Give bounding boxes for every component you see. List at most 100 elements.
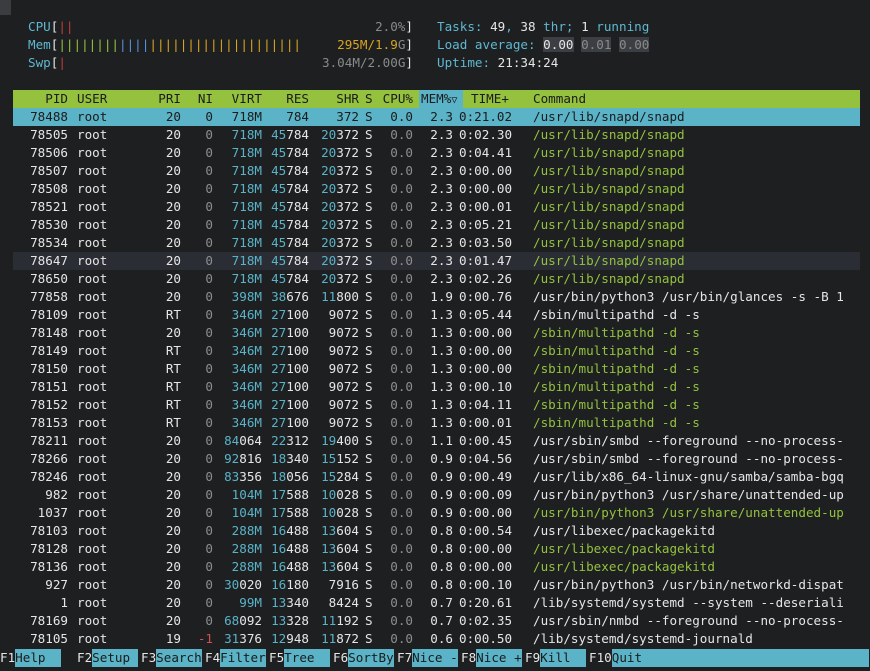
process-row[interactable]: 78521 root 20 0 718M 45784 20372 S 0.0 2.3 0:00.01… xyxy=(13,198,860,216)
cell-mem: 2.3 xyxy=(430,271,453,286)
fkey-f5[interactable]: F5Tree xyxy=(269,649,330,667)
fkey-f1[interactable]: F1Help xyxy=(0,649,61,667)
fkey-f10[interactable]: F10Quit xyxy=(589,649,869,667)
cell-user: root xyxy=(77,181,108,196)
cell-virt: 346M xyxy=(231,361,262,376)
cell-ni: 0 xyxy=(205,307,213,322)
process-row[interactable]: 78506 root 20 0 718M 45784 20372 S 0.0 2.3 0:04.41… xyxy=(13,144,860,162)
fkey-f6[interactable]: F6SortBy xyxy=(333,649,394,667)
cell-shr: 7916 xyxy=(328,577,359,592)
process-row[interactable]: 78650 root 20 0 718M 45784 20372 S 0.0 2.3 0:02.26… xyxy=(13,270,860,288)
col-ni[interactable]: NI xyxy=(187,90,213,108)
process-row[interactable]: 78647 root 20 0 718M 45784 20372 S 0.0 2.3 0:01.47… xyxy=(13,252,860,270)
process-row[interactable]: 78211 root 20 0 84064 22312 19400 S 0.0 1.1 0:00.4… xyxy=(13,432,860,450)
process-row[interactable]: 77858 root 20 0 398M 38676 11800 S 0.0 1.9 0:00.76… xyxy=(13,288,860,306)
cell-shr: 9072 xyxy=(328,415,359,430)
fkey-f4[interactable]: F4Filter xyxy=(205,649,266,667)
cell-s: S xyxy=(365,253,373,268)
col-mem-sorted[interactable]: MEM%▽ xyxy=(419,90,463,108)
process-row[interactable]: 78151 root RT 0 346M 27100 9072 S 0.0 1.3 0:00.10 /… xyxy=(13,378,860,396)
cell-cpu: 0.0 xyxy=(390,595,413,610)
process-row[interactable]: 78534 root 20 0 718M 45784 20372 S 0.0 2.3 0:03.50… xyxy=(13,234,860,252)
process-row[interactable]: 78150 root RT 0 346M 27100 9072 S 0.0 1.3 0:00.00 /… xyxy=(13,360,860,378)
process-row[interactable]: 78149 root RT 0 346M 27100 9072 S 0.0 1.3 0:00.00 /… xyxy=(13,342,860,360)
cell-user: root xyxy=(77,307,108,322)
cell-ni: 0 xyxy=(205,235,213,250)
process-row[interactable]: 78505 root 20 0 718M 45784 20372 S 0.0 2.3 0:02.30… xyxy=(13,126,860,144)
cell-cpu: 0.0 xyxy=(390,289,413,304)
cell-res: 13328 xyxy=(271,613,309,628)
cell-command: /sbin/multipathd -d -s xyxy=(533,307,700,322)
cell-command: /usr/lib/snapd/snapd xyxy=(533,271,685,286)
cpu-bar: || xyxy=(58,19,74,34)
cell-s: S xyxy=(365,343,373,358)
cell-res: 45784 xyxy=(271,253,309,268)
process-row[interactable]: 927 root 20 0 30020 16180 7916 S 0.0 0.8 0:00.10/u… xyxy=(13,576,860,594)
col-virt[interactable]: VIRT xyxy=(213,90,262,108)
col-command[interactable]: Command xyxy=(533,90,860,108)
fkey-f3[interactable]: F3Search xyxy=(141,649,202,667)
cell-pri: RT xyxy=(165,379,181,394)
fkey-code: F2 xyxy=(77,650,93,665)
cell-ni: 0 xyxy=(205,433,213,448)
cell-command: /sbin/multipathd -d -s xyxy=(533,343,700,358)
cell-res: 18056 xyxy=(271,469,309,484)
mem-value: 295M/1.9G] xyxy=(337,37,413,52)
process-row[interactable]: 78152 root RT 0 346M 27100 9072 S 0.0 1.3 0:04.11 /… xyxy=(13,396,860,414)
fkey-f8[interactable]: F8Nice + xyxy=(461,649,522,667)
cell-user: root xyxy=(77,289,108,304)
cell-time: 0:00.50 xyxy=(459,631,513,646)
cell-cpu: 0.0 xyxy=(390,235,413,250)
process-row[interactable]: 78103 root 20 0 288M 16488 13604 S 0.0 0.8 0:00.54… xyxy=(13,522,860,540)
fkey-f9[interactable]: F9Kill xyxy=(525,649,586,667)
col-pri[interactable]: PRI xyxy=(147,90,181,108)
cell-s: S xyxy=(365,307,373,322)
fkey-code: F4 xyxy=(205,650,221,665)
cell-pid: 78148 xyxy=(30,325,68,340)
process-row[interactable]: 1037 root 20 0 104M 17588 10028 S 0.0 0.9 0:00.00 /… xyxy=(13,504,860,522)
process-row[interactable]: 78266 root 20 0 92816 18340 15152 S 0.0 0.9 0:04.5… xyxy=(13,450,860,468)
process-row[interactable]: 78169 root 20 0 68092 13328 11192 S 0.0 0.7 0:02.3… xyxy=(13,612,860,630)
process-row[interactable]: 982 root 20 0 104M 17588 10028 S 0.0 0.9 0:00.09/u… xyxy=(13,486,860,504)
col-state[interactable]: S xyxy=(365,90,375,108)
process-row[interactable]: 78530 root 20 0 718M 45784 20372 S 0.0 2.3 0:05.21… xyxy=(13,216,860,234)
process-row[interactable]: 78109 root RT 0 346M 27100 9072 S 0.0 1.3 0:05.44 /… xyxy=(13,306,860,324)
process-row[interactable]: 78148 root 20 0 346M 27100 9072 S 0.0 1.3 0:00.00 /… xyxy=(13,324,860,342)
cell-pid: 78169 xyxy=(30,613,68,628)
cell-pid: 78109 xyxy=(30,307,68,322)
process-row[interactable]: 78153 root RT 0 346M 27100 9072 S 0.0 1.3 0:00.01 /… xyxy=(13,414,860,432)
process-row[interactable]: 78128 root 20 0 288M 16488 13604 S 0.0 0.8 0:00.00… xyxy=(13,540,860,558)
cell-mem: 0.9 xyxy=(430,487,453,502)
process-row[interactable]: 78488 root 20 0 718M 45784 20372 S 0.0 2.3 0:21.02… xyxy=(13,108,860,126)
fkey-code: F3 xyxy=(141,650,157,665)
process-row[interactable]: 1 root 20 0 99M 13340 8424 S 0.0 0.7 0:20.61/lib/s… xyxy=(13,594,860,612)
fkey-f7[interactable]: F7Nice - xyxy=(397,649,458,667)
cell-mem: 2.3 xyxy=(430,109,453,124)
cell-pid: 78128 xyxy=(30,541,68,556)
cell-shr: 9072 xyxy=(328,325,359,340)
cell-user: root xyxy=(77,127,108,142)
col-user[interactable]: USER xyxy=(77,90,147,108)
process-row[interactable]: 78105 root 19 -1 31376 12948 11872 S 0.0 0.6 0:00.… xyxy=(13,630,860,648)
fkey-code: F6 xyxy=(333,650,349,665)
cell-s: S xyxy=(365,559,373,574)
col-pid[interactable]: PID xyxy=(13,90,68,108)
fkey-code: F8 xyxy=(461,650,477,665)
fkey-f2[interactable]: F2Setup xyxy=(77,649,138,667)
col-res[interactable]: RES xyxy=(262,90,309,108)
process-row[interactable]: 78246 root 20 0 83356 18056 15284 S 0.0 0.9 0:00.4… xyxy=(13,468,860,486)
col-time[interactable]: TIME+ xyxy=(459,90,533,108)
uptime: Uptime: 21:34:24 xyxy=(437,55,559,70)
cell-time: 0:05.21 xyxy=(459,217,513,232)
process-row[interactable]: 78136 root 20 0 288M 16488 13604 S 0.0 0.8 0:00.00… xyxy=(13,558,860,576)
col-shr[interactable]: SHR xyxy=(309,90,359,108)
process-row[interactable]: 78507 root 20 0 718M 45784 20372 S 0.0 2.3 0:00.00… xyxy=(13,162,860,180)
cell-shr: 10028 xyxy=(321,505,359,520)
process-row[interactable]: 78508 root 20 0 718M 45784 20372 S 0.0 2.3 0:00.00… xyxy=(13,180,860,198)
cell-time: 0:05.44 xyxy=(459,307,513,322)
fkey-label: Search xyxy=(156,649,202,667)
cell-time: 0:00.00 xyxy=(459,361,513,376)
col-cpu[interactable]: CPU% xyxy=(375,90,413,108)
cell-user: root xyxy=(77,631,108,646)
cell-ni: 0 xyxy=(205,559,213,574)
